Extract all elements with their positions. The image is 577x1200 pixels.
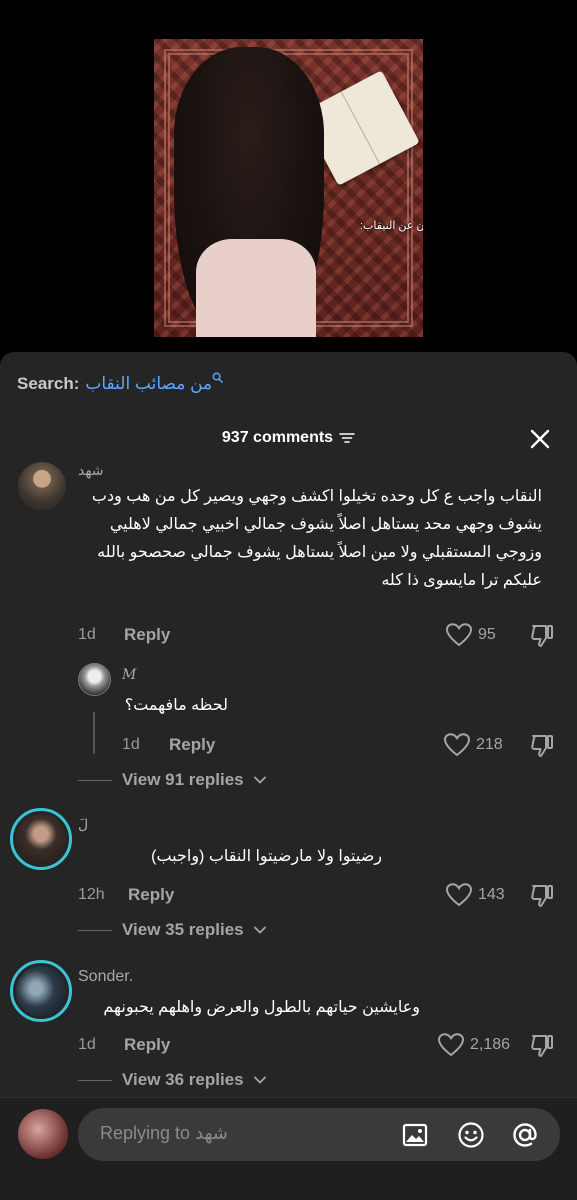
comment-text: لحظه مافهمت؟ — [124, 697, 228, 714]
comments-header: 937 comments — [0, 429, 577, 447]
view-replies-button[interactable]: View 36 replies — [78, 1070, 266, 1090]
divider-line — [78, 929, 112, 931]
like-button[interactable]: 2,186 — [438, 1033, 510, 1057]
reply-input[interactable]: Replying to شهد — [78, 1108, 560, 1161]
avatar-image — [16, 814, 66, 864]
comment-time: 1d — [78, 1036, 96, 1053]
avatar[interactable] — [18, 462, 66, 510]
heart-icon — [446, 883, 472, 907]
chevron-down-icon — [253, 776, 266, 784]
sort-icon[interactable] — [339, 432, 355, 444]
like-count: 95 — [478, 626, 496, 643]
emoji-icon[interactable] — [457, 1121, 485, 1149]
like-button[interactable]: 95 — [446, 623, 496, 647]
heart-icon — [446, 623, 472, 647]
reply-button[interactable]: Reply — [128, 885, 174, 905]
reply-button[interactable]: Reply — [124, 1035, 170, 1055]
close-icon[interactable] — [529, 428, 551, 450]
search-label: Search: — [17, 374, 80, 393]
divider-line — [78, 1079, 112, 1081]
dislike-icon[interactable] — [529, 733, 555, 759]
avatar[interactable] — [10, 808, 72, 870]
search-icon — [212, 372, 223, 383]
like-count: 143 — [478, 886, 505, 903]
comments-count: 937 comments — [221, 429, 334, 446]
comments-sheet: Search: من مصائب النقاب 937 comments شهد… — [0, 352, 577, 1200]
search-term[interactable]: من مصائب النقاب — [85, 374, 212, 394]
dislike-icon[interactable] — [529, 883, 555, 909]
video-area[interactable]: افتارات اللي يدافعون عن النيقاب: — [0, 0, 577, 352]
avatar[interactable] — [10, 960, 72, 1022]
my-avatar — [18, 1109, 68, 1159]
shirt-image — [196, 239, 316, 337]
comment-time: 1d — [78, 626, 96, 643]
comment-time: 12h — [78, 886, 105, 903]
image-icon[interactable] — [401, 1121, 429, 1149]
like-count: 218 — [476, 736, 503, 753]
view-replies-label: View 35 replies — [122, 920, 244, 939]
reply-button[interactable]: Reply — [124, 625, 170, 645]
view-replies-button[interactable]: View 35 replies — [78, 920, 266, 940]
avatar-image — [16, 966, 66, 1016]
comment-username[interactable]: شهد — [78, 462, 104, 479]
chevron-down-icon — [253, 926, 266, 934]
like-count: 2,186 — [470, 1036, 511, 1053]
comment-username[interactable]: لَ — [78, 816, 88, 833]
comment-text: النقاب واجب ع كل وحده تخيلوا اكشف وجهي و… — [91, 488, 542, 589]
search-suggestion[interactable]: Search: من مصائب النقاب — [17, 372, 223, 394]
reply-placeholder: Replying to شهد — [100, 1123, 228, 1143]
like-button[interactable]: 218 — [444, 733, 503, 757]
heart-icon — [438, 1033, 464, 1057]
reply-button[interactable]: Reply — [169, 735, 215, 755]
heart-icon — [444, 733, 470, 757]
view-replies-label: View 91 replies — [122, 770, 244, 789]
comment-text: وعايشين حياتهم بالطول والعرض واهلهم يحبو… — [103, 999, 420, 1016]
comment-time: 1d — [122, 736, 140, 753]
thread-line — [93, 712, 95, 754]
view-replies-button[interactable]: View 91 replies — [78, 770, 266, 790]
avatar[interactable] — [78, 663, 111, 696]
view-replies-label: View 36 replies — [122, 1070, 244, 1089]
dislike-icon[interactable] — [529, 623, 555, 649]
comment-username[interactable]: M — [122, 667, 136, 683]
mention-icon[interactable] — [511, 1121, 539, 1149]
search-term-wrap: من مصائب النقاب — [85, 372, 223, 394]
like-button[interactable]: 143 — [446, 883, 505, 907]
video-caption: افتارات اللي يدافعون عن النيقاب: — [360, 220, 423, 232]
comment-text: رضيتوا ولا مارضيتوا النقاب (واجبب) — [151, 848, 382, 865]
dislike-icon[interactable] — [529, 1033, 555, 1059]
chevron-down-icon — [253, 1076, 266, 1084]
video-thumbnail[interactable]: افتارات اللي يدافعون عن النيقاب: — [154, 39, 423, 337]
reply-bar: Replying to شهد — [0, 1097, 577, 1200]
divider-line — [78, 779, 112, 781]
comment-username[interactable]: Sonder. — [78, 968, 133, 986]
